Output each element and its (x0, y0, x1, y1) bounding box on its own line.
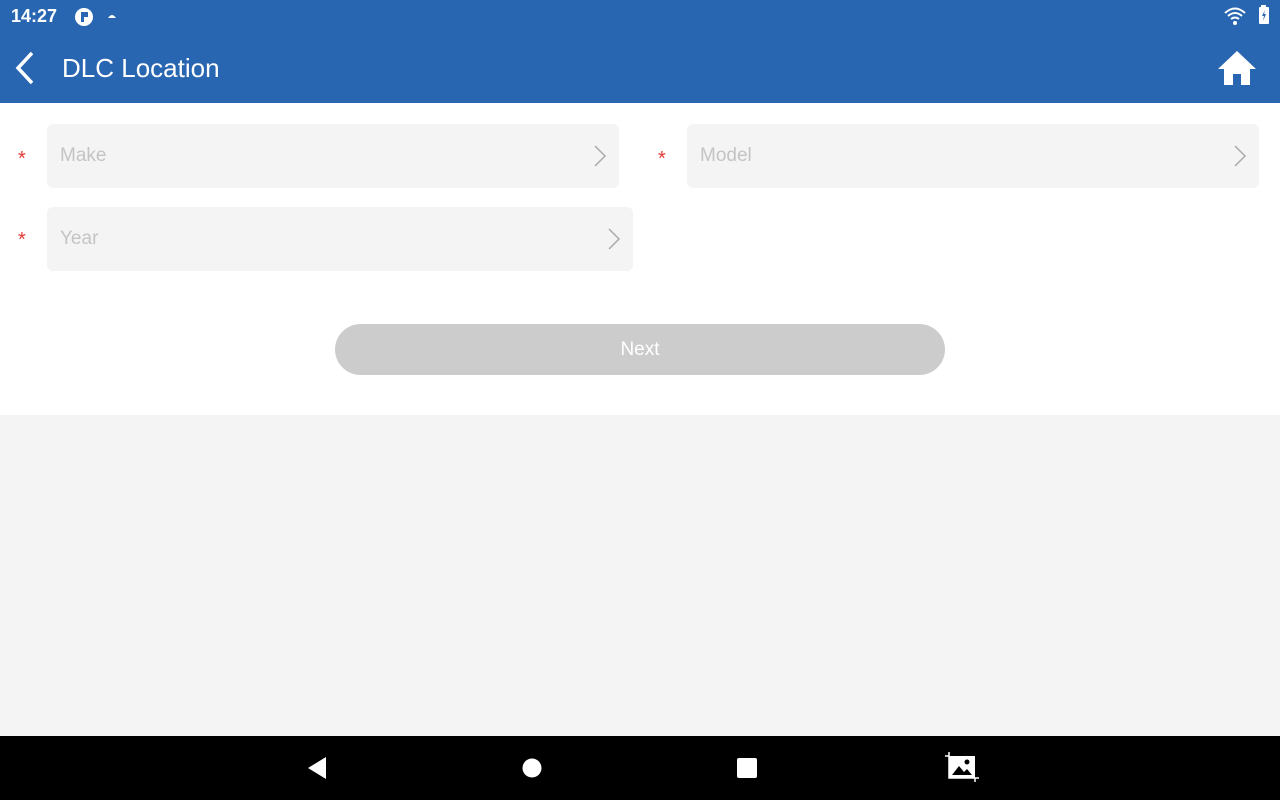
required-marker: * (18, 229, 26, 251)
year-select[interactable]: Year (47, 207, 633, 271)
status-bar: 14:27 (0, 0, 1280, 33)
chevron-right-icon (608, 228, 621, 250)
battery-charging-icon (1259, 5, 1269, 24)
weather-icon (108, 15, 116, 18)
chevron-right-icon (1234, 145, 1247, 167)
back-triangle-icon[interactable] (306, 756, 328, 780)
system-nav-bar (0, 736, 1280, 800)
back-button[interactable] (10, 49, 42, 87)
status-time: 14:27 (11, 6, 58, 26)
home-circle-icon[interactable] (522, 758, 542, 778)
chevron-right-icon (594, 145, 607, 167)
year-placeholder: Year (60, 228, 99, 249)
make-select[interactable]: Make (47, 124, 619, 188)
make-placeholder: Make (60, 145, 107, 166)
next-button[interactable]: Next (335, 324, 945, 375)
page-title: DLC Location (62, 53, 220, 83)
app-notification-icon (75, 8, 93, 26)
model-placeholder: Model (700, 145, 752, 166)
wifi-icon (1224, 7, 1246, 25)
home-icon[interactable] (1216, 49, 1258, 87)
model-select[interactable]: Model (687, 124, 1259, 188)
vehicle-form: * Make * Model * Year Next (0, 103, 1280, 415)
required-marker: * (658, 148, 666, 170)
app-bar: DLC Location (0, 33, 1280, 103)
screenshot-icon[interactable] (945, 752, 981, 784)
required-marker: * (18, 148, 26, 170)
recents-square-icon[interactable] (737, 758, 757, 778)
